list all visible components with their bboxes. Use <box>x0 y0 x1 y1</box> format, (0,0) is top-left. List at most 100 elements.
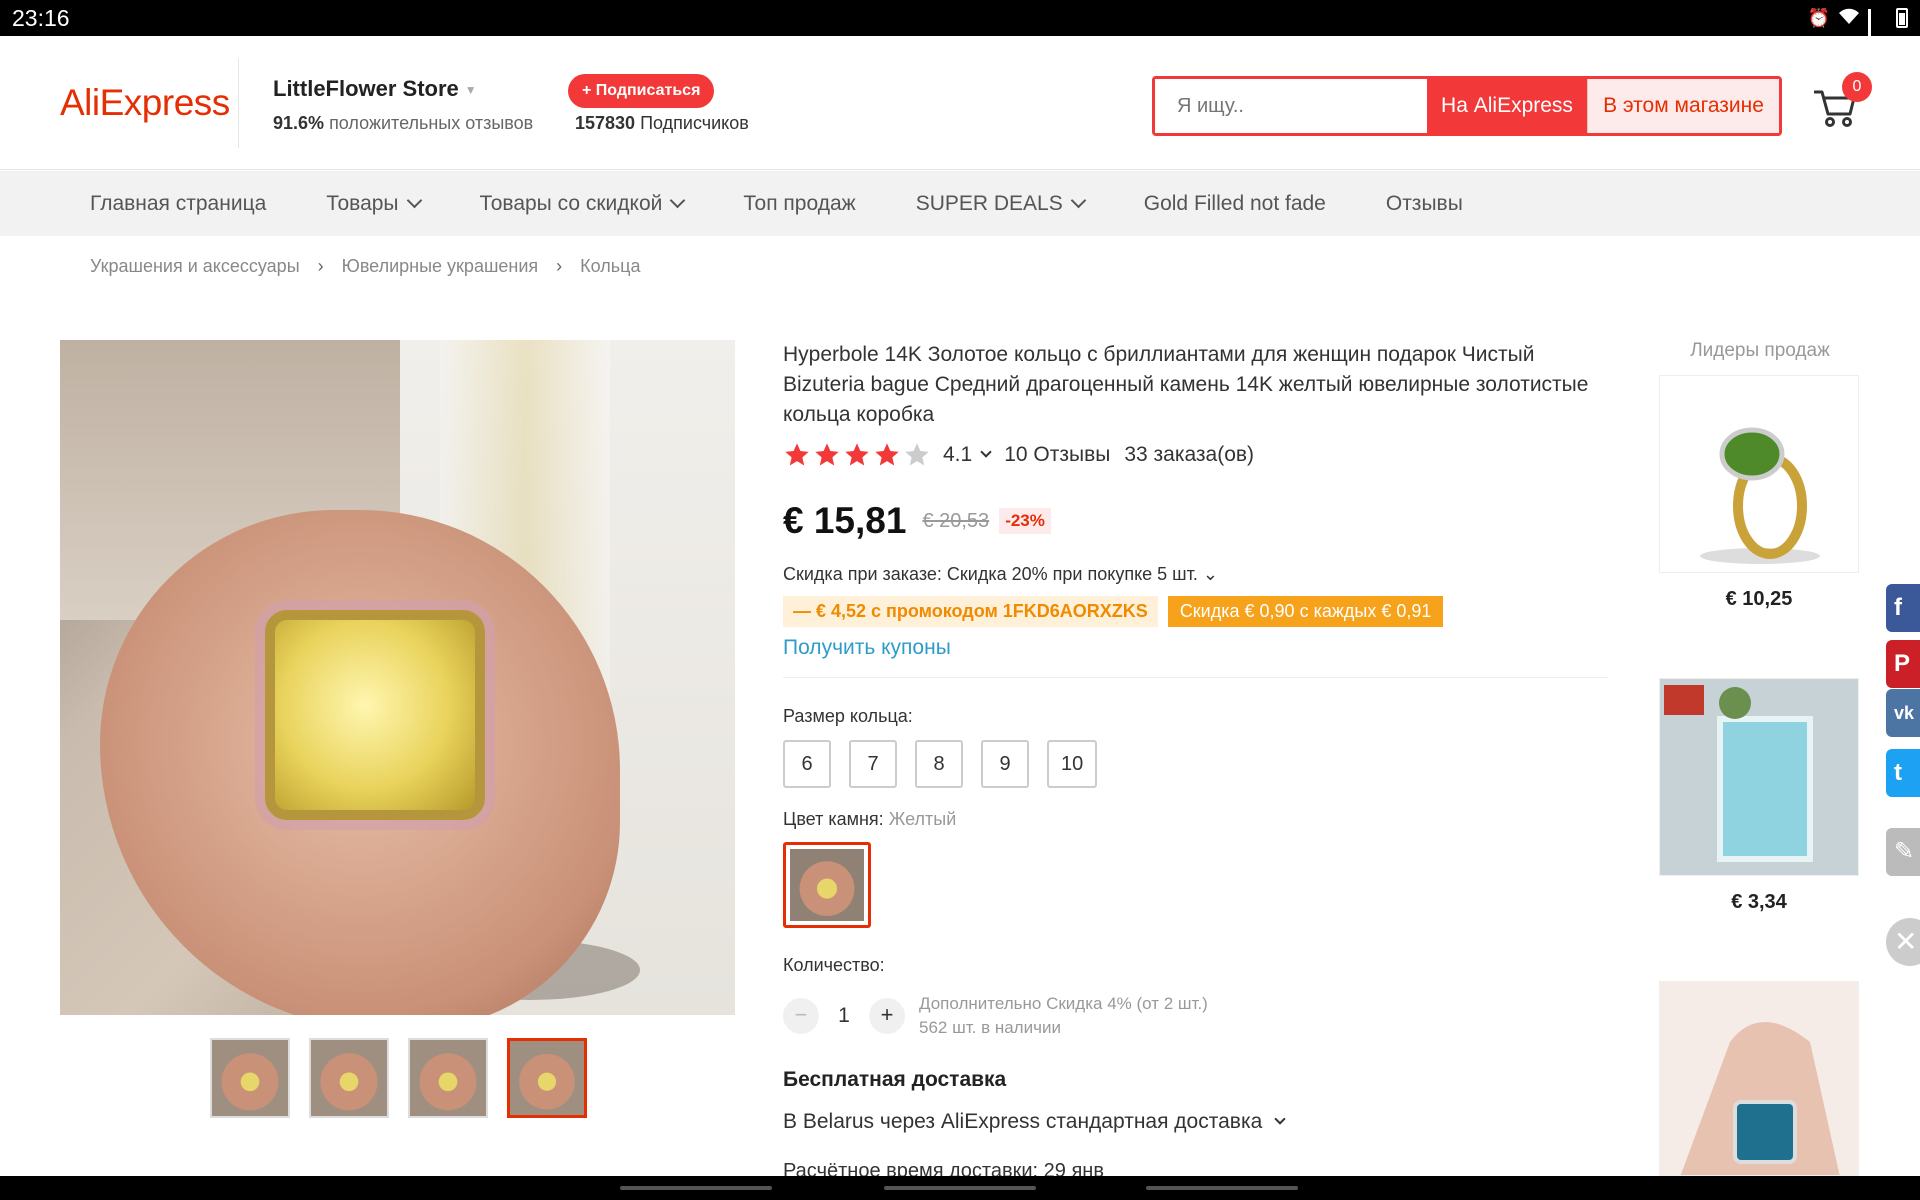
positive-pct: 91.6% <box>273 113 325 133</box>
search-aliexpress-button[interactable]: На AliExpress <box>1427 79 1587 133</box>
size-label: Размер кольца: <box>783 706 913 726</box>
quantity-minus-button[interactable]: − <box>783 998 819 1034</box>
store-discount-badge[interactable]: Скидка € 0,90 с каждых € 0,91 <box>1167 596 1444 627</box>
aliexpress-logo[interactable]: AliExpress <box>60 82 230 124</box>
system-nav-bar <box>0 1176 1920 1200</box>
search-bar: На AliExpress В этом магазине <box>1152 76 1782 136</box>
quantity-value[interactable]: 1 <box>819 1004 869 1028</box>
store-caret-icon[interactable]: ▼ <box>465 83 477 97</box>
best-seller-card[interactable] <box>1659 981 1859 1176</box>
subscribe-button[interactable]: + Подписаться <box>568 74 715 108</box>
nav-top-sales[interactable]: Топ продаж <box>743 192 855 216</box>
star-filled-icon <box>845 443 869 466</box>
promo-row: — € 4,52 с промокодом 1FKD6AORXZKS Скидк… <box>783 596 1444 627</box>
chevron-down-icon: ⌄ <box>1197 564 1218 584</box>
search-input[interactable] <box>1155 79 1427 133</box>
pinterest-share-icon[interactable]: P <box>1886 640 1920 688</box>
star-filled-icon <box>815 443 839 466</box>
breadcrumb-item[interactable]: Кольца <box>580 256 640 277</box>
thumbnail[interactable] <box>210 1038 290 1118</box>
product-main-image[interactable] <box>60 340 735 1015</box>
thumbnail[interactable] <box>408 1038 488 1118</box>
size-option[interactable]: 7 <box>849 740 897 788</box>
nav-super-deals[interactable]: SUPER DEALS <box>915 191 1087 216</box>
nav-gold-filled-label: Gold Filled not fade <box>1143 191 1326 215</box>
nav-reviews[interactable]: Отзывы <box>1386 192 1463 216</box>
stock-text: 562 шт. в наличии <box>919 1018 1061 1037</box>
bulk-discount-text: Скидка при заказе: Скидка 20% при покупк… <box>783 564 1198 584</box>
color-label: Цвет камня: Желтый <box>783 809 956 830</box>
nav-pill <box>1146 1186 1298 1190</box>
cart-count-badge: 0 <box>1842 72 1872 102</box>
thumbnail-active[interactable] <box>507 1038 587 1118</box>
breadcrumb-item[interactable]: Ювелирные украшения <box>342 256 539 277</box>
vk-share-icon[interactable]: vk <box>1886 689 1920 737</box>
signal-icon <box>1868 9 1888 53</box>
ring-image <box>1660 679 1858 875</box>
chevron-down-icon <box>1274 1113 1286 1125</box>
nav-pill <box>884 1186 1036 1190</box>
nav-home[interactable]: Главная страница <box>90 192 266 216</box>
twitter-share-icon[interactable]: t <box>1886 749 1920 797</box>
nav-reviews-label: Отзывы <box>1385 191 1463 215</box>
nav-pill <box>620 1186 772 1190</box>
discount-badge: -23% <box>999 508 1051 534</box>
chevron-down-icon <box>1070 192 1087 209</box>
rating-row: 4.1 10 Отзывы 33 заказа(ов) <box>783 441 1254 469</box>
nav-discounted[interactable]: Товары со скидкой <box>479 191 686 216</box>
orders-count: 33 заказа(ов) <box>1124 443 1255 466</box>
store-name[interactable]: LittleFlower Store ▼ <box>273 76 477 102</box>
shipping-method-text: В Belarus через AliExpress стандартная д… <box>783 1110 1263 1133</box>
alarm-icon: ⏰ <box>1807 7 1830 28</box>
status-time: 23:16 <box>12 4 70 31</box>
get-coupons-link[interactable]: Получить купоны <box>783 636 951 660</box>
best-seller-price: € 10,25 <box>1725 588 1793 610</box>
nav-products[interactable]: Товары <box>326 192 422 216</box>
subscribers-number: 157830 <box>575 113 636 133</box>
promo-code-badge[interactable]: — € 4,52 с промокодом 1FKD6AORXZKS <box>783 596 1158 627</box>
close-icon[interactable]: ✕ <box>1886 918 1920 966</box>
wifi-icon <box>1838 7 1860 30</box>
best-seller-card[interactable] <box>1659 678 1859 876</box>
system-icons: ⏰ <box>1807 7 1908 53</box>
quantity-plus-button[interactable]: + <box>869 998 905 1034</box>
nav-top-sales-label: Топ продаж <box>743 191 856 215</box>
quantity-info: Дополнительно Скидка 4% (от 2 шт.) 562 ш… <box>919 992 1208 1040</box>
positive-label: положительных отзывов <box>329 113 534 133</box>
size-option[interactable]: 6 <box>783 740 831 788</box>
shipping-method[interactable]: В Belarus через AliExpress стандартная д… <box>783 1110 1286 1134</box>
thumbnail[interactable] <box>309 1038 389 1118</box>
store-header: AliExpress LittleFlower Store ▼ 91.6% пол… <box>0 36 1920 170</box>
facebook-share-icon[interactable]: f <box>1886 584 1920 632</box>
product-thumbnails <box>210 1038 587 1118</box>
best-seller-card[interactable] <box>1659 375 1859 573</box>
old-price: € 20,53 <box>922 509 990 532</box>
bulk-discount[interactable]: Скидка при заказе: Скидка 20% при покупк… <box>783 564 1218 585</box>
size-option[interactable]: 9 <box>981 740 1029 788</box>
size-option[interactable]: 10 <box>1047 740 1098 788</box>
chevron-down-icon[interactable] <box>980 446 992 458</box>
rating-stars <box>783 441 933 469</box>
rating-score[interactable]: 4.1 <box>943 443 972 467</box>
color-swatch-yellow[interactable] <box>783 842 871 928</box>
breadcrumb-item[interactable]: Украшения и аксессуары <box>90 256 300 277</box>
subscribers-count: 157830 Подписчиков <box>575 113 749 134</box>
store-nav: Главная страница Товары Товары со скидко… <box>0 171 1920 236</box>
search-store-button[interactable]: В этом магазине <box>1587 79 1779 133</box>
best-seller-price: € 3,34 <box>1731 891 1787 913</box>
header-divider <box>238 58 239 148</box>
nav-gold-filled[interactable]: Gold Filled not fade <box>1144 192 1326 216</box>
nav-super-deals-label: SUPER DEALS <box>915 191 1063 215</box>
current-price: € 15,81 <box>783 500 907 541</box>
divider <box>783 677 1608 678</box>
edit-icon[interactable]: ✎ <box>1886 828 1920 876</box>
price-row: € 15,81 € 20,53 -23% <box>783 500 1051 542</box>
quantity-label: Количество: <box>783 955 885 975</box>
nav-discounted-label: Товары со скидкой <box>479 191 663 215</box>
nav-home-label: Главная страница <box>90 191 267 215</box>
subscribers-label: Подписчиков <box>640 113 749 133</box>
size-option[interactable]: 8 <box>915 740 963 788</box>
product-title: Hyperbole 14K Золотое кольцо с бриллиант… <box>783 343 1589 426</box>
status-bar: 23:16 ⏰ <box>0 0 1920 53</box>
reviews-link[interactable]: 10 Отзывы <box>1004 443 1110 467</box>
